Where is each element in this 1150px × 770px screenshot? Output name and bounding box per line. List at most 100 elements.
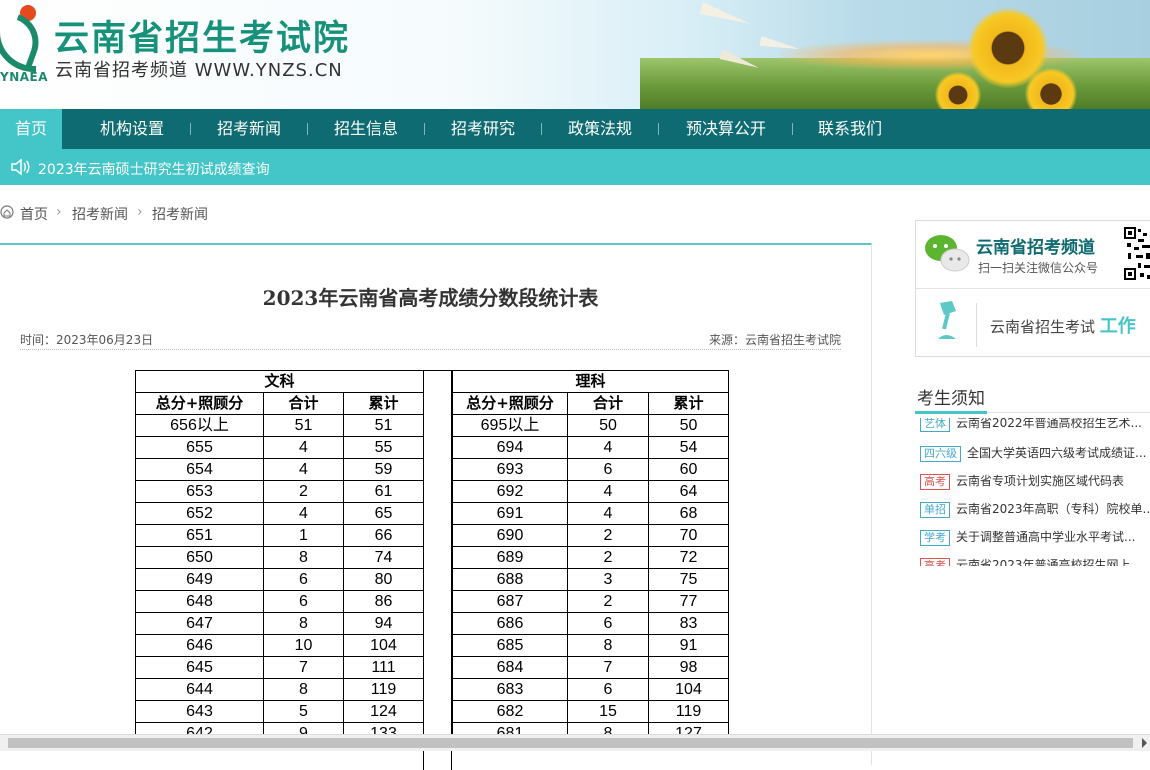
score-cell: 651 [135,524,264,547]
table-row: 651 1 66 [135,524,424,547]
breadcrumb-home[interactable]: 首页 [20,204,48,224]
cum-cell: 75 [648,568,729,591]
score-cell: 649 [135,568,264,591]
cum-cell: 72 [648,546,729,569]
header-banner: YNAEA 云南省招生考试院 云南省招考频道 WWW.YNZS.CN [0,0,1150,109]
col-count-header: 合计 [567,392,649,415]
nav-item-home[interactable]: 首页 [0,109,62,149]
count-cell: 6 [567,458,649,481]
count-cell: 3 [567,568,649,591]
nav-item-research[interactable]: 招考研究 [443,109,523,149]
scroll-right-arrow-icon[interactable] [1142,738,1147,748]
score-cell: 652 [135,502,264,525]
cum-cell: 124 [343,700,424,723]
score-cell: 689 [452,546,568,569]
notice-list-item[interactable]: 高考 云南省专项计划实施区域代码表 [920,472,1150,492]
site-title[interactable]: 云南省招生考试院 [54,10,350,61]
logo-text: YNAEA [0,70,49,84]
nav-item-budget[interactable]: 预决算公开 [677,109,775,149]
notice-list-item[interactable]: 四六级 全国大学英语四六级考试成绩证... [920,444,1150,464]
table-row: 643 5 124 [135,700,424,723]
table-gap [423,370,452,770]
cum-cell: 66 [343,524,424,547]
notice-link[interactable]: 2023年云南硕士研究生初试成绩查询 [38,159,270,179]
cum-cell: 61 [343,480,424,503]
cum-cell: 51 [343,414,424,437]
table-row: 685 8 91 [452,634,729,657]
cum-cell: 94 [343,612,424,635]
table-row: 694 4 54 [452,436,729,459]
qr-code-icon[interactable] [1124,225,1150,283]
notice-list-item[interactable]: 艺体 云南省2022年普通高校招生艺术... [920,418,1150,434]
scrollbar-thumb[interactable] [8,738,1133,748]
count-cell: 5 [263,700,344,723]
table-row: 686 6 83 [452,612,729,635]
notice-item-text: 关于调整普通高中学业水平考试... [956,530,1136,544]
score-cell: 644 [135,678,264,701]
score-cell: 646 [135,634,264,657]
notice-bar: 2023年云南硕士研究生初试成绩查询 [0,149,1150,185]
score-cell: 655 [135,436,264,459]
score-cell: 648 [135,590,264,613]
nav-item-organization[interactable]: 机构设置 [92,109,172,149]
notice-list-item[interactable]: 高考 云南省2023年普通高校招生网上... [920,556,1150,566]
table-row: 689 2 72 [452,546,729,569]
home-icon [0,204,14,224]
table-row: 692 4 64 [452,480,729,503]
score-cell: 690 [452,524,568,547]
wechat-subtitle: 扫一扫关注微信公众号 [978,261,1099,275]
count-cell: 1 [263,524,344,547]
nav-item-contact[interactable]: 联系我们 [810,109,890,149]
count-cell: 2 [567,524,649,547]
table-row: 646 10 104 [135,634,424,657]
article-panel: 2023年云南省高考成绩分数段统计表 时间：2023年06月23日 来源：云南省… [0,243,872,770]
horizontal-scrollbar[interactable] [0,734,1150,751]
main-nav: 首页 机构设置 招考新闻 招生信息 招考研究 政策法规 预决算公开 联系我们 [0,109,1150,149]
table-row: 690 2 70 [452,524,729,547]
count-cell: 4 [567,502,649,525]
notice-item-text: 全国大学英语四六级考试成绩证... [967,446,1147,460]
table-row: 683 6 104 [452,678,729,701]
notice-tag-badge: 艺体 [920,418,950,432]
cum-cell: 50 [648,414,729,437]
like-score-table: 理科 总分+照顾分 合计 累计 695以上 50 50 694 4 54 693 6 60 692… [452,370,729,745]
notice-tag-badge: 高考 [920,558,950,566]
table-row: 653 2 61 [135,480,424,503]
count-cell: 8 [567,634,649,657]
count-cell: 2 [567,590,649,613]
ynaea-logo[interactable] [0,2,47,72]
cum-cell: 104 [648,678,729,701]
score-cell: 693 [452,458,568,481]
count-cell: 4 [567,436,649,459]
wechat-icon [923,232,971,280]
score-cell: 643 [135,700,264,723]
notice-list-item[interactable]: 学考 关于调整普通高中学业水平考试... [920,528,1150,548]
breadcrumb-level1[interactable]: 招考新闻 [72,204,128,224]
count-cell: 4 [263,436,344,459]
score-cell: 685 [452,634,568,657]
score-cell: 682 [452,700,568,723]
nav-item-policy[interactable]: 政策法规 [560,109,640,149]
notice-item-text: 云南省专项计划实施区域代码表 [956,474,1125,488]
count-cell: 10 [263,634,344,657]
article-source: 来源：云南省招生考试院 [708,333,841,347]
work-link[interactable]: 云南省招生考试 工作 [990,312,1136,338]
score-cell: 695以上 [452,414,568,437]
chevron-right-icon: › [56,204,62,220]
paper-plane-icon [699,2,753,30]
table-row: 693 6 60 [452,458,729,481]
desk-lamp-icon [934,299,966,347]
work-text-highlight: 工作 [1099,316,1136,337]
work-text-label: 云南省招生考试 [990,318,1096,336]
notice-item-text: 云南省2023年普通高校招生网上... [956,558,1142,566]
score-cell: 692 [452,480,568,503]
notice-list-item[interactable]: 单招 云南省2023年高职（专科）院校单... [920,500,1150,520]
nav-item-admission-news[interactable]: 招考新闻 [209,109,289,149]
breadcrumb-level2[interactable]: 招考新闻 [152,204,208,224]
col-count-header: 合计 [263,392,344,415]
notice-section-title: 考生须知 [917,389,985,409]
site-subtitle: 云南省招考频道 WWW.YNZS.CN [55,60,343,81]
notice-tag-badge: 单招 [920,502,950,518]
nav-item-admission-info[interactable]: 招生信息 [326,109,406,149]
cum-cell: 91 [648,634,729,657]
